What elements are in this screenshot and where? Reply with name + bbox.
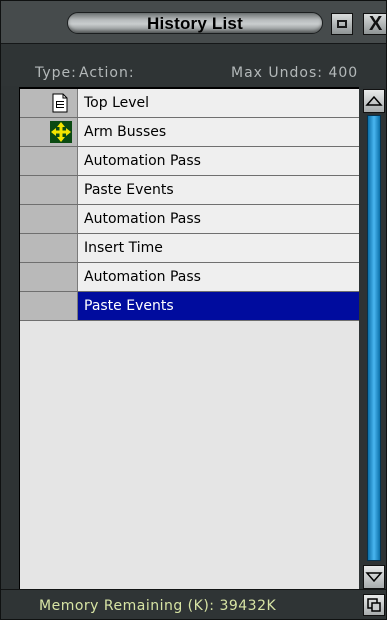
scroll-down-button[interactable]: [363, 565, 385, 589]
type-cell: [20, 147, 78, 175]
action-label: Arm Busses: [84, 124, 167, 140]
action-label: Top Level: [84, 95, 150, 111]
history-row[interactable]: Top Level: [20, 89, 359, 118]
type-column-label: Type:: [35, 65, 77, 81]
document-icon: [52, 93, 68, 113]
action-column-label: Action:: [79, 65, 135, 81]
memory-readout: Memory Remaining (K): 39432K: [39, 598, 276, 614]
action-label: Paste Events: [84, 182, 174, 198]
resize-icon: [367, 598, 381, 612]
type-cell: [20, 89, 78, 117]
history-list-window: History List X Type: Action: Max Undos: …: [0, 0, 387, 620]
window-title: History List: [147, 14, 243, 33]
action-label: Automation Pass: [84, 211, 201, 227]
type-cell: [20, 234, 78, 262]
collapse-button[interactable]: [331, 13, 353, 35]
type-cell: [20, 176, 78, 204]
collapse-icon: [337, 20, 347, 28]
max-undos-value: 400: [328, 65, 359, 81]
vertical-scrollbar[interactable]: [359, 87, 386, 589]
history-list[interactable]: Top Level Arm Busses Automation Pass Pas…: [19, 87, 359, 589]
type-cell: [20, 118, 78, 146]
max-undos-readout: Max Undos: 400: [231, 65, 358, 81]
history-row[interactable]: Paste Events: [20, 176, 359, 205]
type-cell: [20, 205, 78, 233]
column-header: Type: Action: Max Undos: 400: [1, 44, 386, 86]
memory-label: Memory Remaining (K):: [39, 598, 215, 614]
title-pill[interactable]: History List: [67, 12, 323, 34]
type-cell: [20, 263, 78, 291]
triangle-up-icon: [365, 95, 383, 106]
title-bar[interactable]: History List X: [1, 1, 386, 44]
history-row[interactable]: Automation Pass: [20, 147, 359, 176]
action-label: Insert Time: [84, 240, 163, 256]
max-undos-label: Max Undos:: [231, 65, 323, 81]
history-row-selected[interactable]: Paste Events: [20, 292, 359, 321]
triangle-down-icon: [365, 572, 383, 583]
type-cell: [20, 292, 78, 320]
memory-value: 39432K: [219, 598, 277, 614]
action-label: Paste Events: [84, 298, 174, 314]
history-row[interactable]: Automation Pass: [20, 263, 359, 292]
scroll-up-button[interactable]: [363, 89, 385, 113]
scroll-track[interactable]: [367, 115, 381, 561]
action-label: Automation Pass: [84, 153, 201, 169]
action-label: Automation Pass: [84, 269, 201, 285]
history-row[interactable]: Arm Busses: [20, 118, 359, 147]
move-arrows-icon: [50, 121, 72, 143]
resize-handle[interactable]: [363, 594, 385, 616]
history-row[interactable]: Automation Pass: [20, 205, 359, 234]
close-button[interactable]: X: [363, 13, 386, 35]
history-row[interactable]: Insert Time: [20, 234, 359, 263]
status-footer: Memory Remaining (K): 39432K: [1, 589, 386, 619]
